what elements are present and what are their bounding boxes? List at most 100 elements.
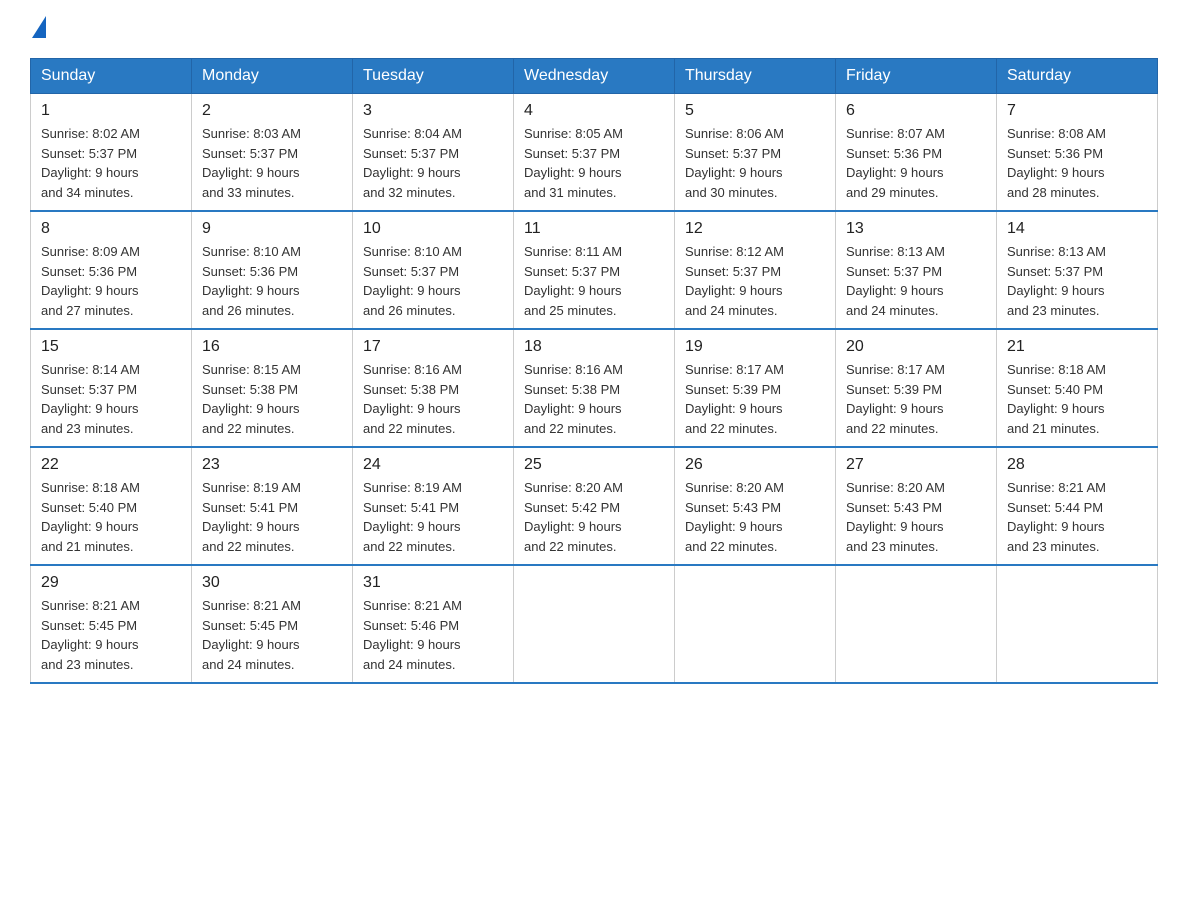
day-number: 31: [363, 574, 503, 592]
day-info: Sunrise: 8:21 AM Sunset: 5:46 PM Dayligh…: [363, 596, 503, 674]
calendar-cell: 23 Sunrise: 8:19 AM Sunset: 5:41 PM Dayl…: [192, 447, 353, 565]
weekday-header-sunday: Sunday: [31, 59, 192, 94]
weekday-header-monday: Monday: [192, 59, 353, 94]
day-info: Sunrise: 8:17 AM Sunset: 5:39 PM Dayligh…: [846, 360, 986, 438]
weekday-header-thursday: Thursday: [675, 59, 836, 94]
day-number: 14: [1007, 220, 1147, 238]
day-info: Sunrise: 8:14 AM Sunset: 5:37 PM Dayligh…: [41, 360, 181, 438]
day-number: 6: [846, 102, 986, 120]
day-number: 23: [202, 456, 342, 474]
calendar-cell: 17 Sunrise: 8:16 AM Sunset: 5:38 PM Dayl…: [353, 329, 514, 447]
calendar-cell: 10 Sunrise: 8:10 AM Sunset: 5:37 PM Dayl…: [353, 211, 514, 329]
day-number: 24: [363, 456, 503, 474]
day-number: 8: [41, 220, 181, 238]
day-number: 28: [1007, 456, 1147, 474]
day-number: 16: [202, 338, 342, 356]
week-row-4: 22 Sunrise: 8:18 AM Sunset: 5:40 PM Dayl…: [31, 447, 1158, 565]
day-info: Sunrise: 8:20 AM Sunset: 5:43 PM Dayligh…: [685, 478, 825, 556]
day-number: 9: [202, 220, 342, 238]
logo: [30, 20, 46, 38]
day-number: 11: [524, 220, 664, 238]
weekday-header-wednesday: Wednesday: [514, 59, 675, 94]
day-number: 13: [846, 220, 986, 238]
day-number: 20: [846, 338, 986, 356]
page-header: [30, 20, 1158, 38]
day-number: 17: [363, 338, 503, 356]
day-info: Sunrise: 8:20 AM Sunset: 5:43 PM Dayligh…: [846, 478, 986, 556]
day-info: Sunrise: 8:07 AM Sunset: 5:36 PM Dayligh…: [846, 124, 986, 202]
calendar-cell: 25 Sunrise: 8:20 AM Sunset: 5:42 PM Dayl…: [514, 447, 675, 565]
calendar-cell: [836, 565, 997, 683]
weekday-header-friday: Friday: [836, 59, 997, 94]
week-row-1: 1 Sunrise: 8:02 AM Sunset: 5:37 PM Dayli…: [31, 94, 1158, 212]
day-info: Sunrise: 8:21 AM Sunset: 5:44 PM Dayligh…: [1007, 478, 1147, 556]
day-info: Sunrise: 8:15 AM Sunset: 5:38 PM Dayligh…: [202, 360, 342, 438]
day-number: 15: [41, 338, 181, 356]
calendar-cell: 27 Sunrise: 8:20 AM Sunset: 5:43 PM Dayl…: [836, 447, 997, 565]
day-number: 1: [41, 102, 181, 120]
day-info: Sunrise: 8:21 AM Sunset: 5:45 PM Dayligh…: [202, 596, 342, 674]
calendar-cell: 28 Sunrise: 8:21 AM Sunset: 5:44 PM Dayl…: [997, 447, 1158, 565]
day-number: 25: [524, 456, 664, 474]
day-info: Sunrise: 8:11 AM Sunset: 5:37 PM Dayligh…: [524, 242, 664, 320]
calendar-cell: 6 Sunrise: 8:07 AM Sunset: 5:36 PM Dayli…: [836, 94, 997, 212]
day-info: Sunrise: 8:19 AM Sunset: 5:41 PM Dayligh…: [202, 478, 342, 556]
day-info: Sunrise: 8:12 AM Sunset: 5:37 PM Dayligh…: [685, 242, 825, 320]
calendar-cell: [675, 565, 836, 683]
calendar-cell: 4 Sunrise: 8:05 AM Sunset: 5:37 PM Dayli…: [514, 94, 675, 212]
day-number: 2: [202, 102, 342, 120]
calendar-cell: 18 Sunrise: 8:16 AM Sunset: 5:38 PM Dayl…: [514, 329, 675, 447]
day-number: 29: [41, 574, 181, 592]
calendar-cell: 11 Sunrise: 8:11 AM Sunset: 5:37 PM Dayl…: [514, 211, 675, 329]
day-info: Sunrise: 8:16 AM Sunset: 5:38 PM Dayligh…: [524, 360, 664, 438]
day-number: 30: [202, 574, 342, 592]
calendar-cell: [514, 565, 675, 683]
weekday-header-tuesday: Tuesday: [353, 59, 514, 94]
calendar-cell: 19 Sunrise: 8:17 AM Sunset: 5:39 PM Dayl…: [675, 329, 836, 447]
calendar-cell: 26 Sunrise: 8:20 AM Sunset: 5:43 PM Dayl…: [675, 447, 836, 565]
day-number: 22: [41, 456, 181, 474]
day-info: Sunrise: 8:03 AM Sunset: 5:37 PM Dayligh…: [202, 124, 342, 202]
day-info: Sunrise: 8:06 AM Sunset: 5:37 PM Dayligh…: [685, 124, 825, 202]
calendar-cell: 22 Sunrise: 8:18 AM Sunset: 5:40 PM Dayl…: [31, 447, 192, 565]
day-number: 19: [685, 338, 825, 356]
day-info: Sunrise: 8:13 AM Sunset: 5:37 PM Dayligh…: [1007, 242, 1147, 320]
day-number: 3: [363, 102, 503, 120]
calendar-cell: 3 Sunrise: 8:04 AM Sunset: 5:37 PM Dayli…: [353, 94, 514, 212]
calendar-cell: 16 Sunrise: 8:15 AM Sunset: 5:38 PM Dayl…: [192, 329, 353, 447]
day-number: 12: [685, 220, 825, 238]
day-number: 21: [1007, 338, 1147, 356]
day-number: 10: [363, 220, 503, 238]
day-number: 18: [524, 338, 664, 356]
calendar-cell: 2 Sunrise: 8:03 AM Sunset: 5:37 PM Dayli…: [192, 94, 353, 212]
day-info: Sunrise: 8:02 AM Sunset: 5:37 PM Dayligh…: [41, 124, 181, 202]
day-info: Sunrise: 8:19 AM Sunset: 5:41 PM Dayligh…: [363, 478, 503, 556]
day-number: 26: [685, 456, 825, 474]
day-info: Sunrise: 8:08 AM Sunset: 5:36 PM Dayligh…: [1007, 124, 1147, 202]
day-info: Sunrise: 8:20 AM Sunset: 5:42 PM Dayligh…: [524, 478, 664, 556]
calendar-cell: 15 Sunrise: 8:14 AM Sunset: 5:37 PM Dayl…: [31, 329, 192, 447]
calendar-cell: 13 Sunrise: 8:13 AM Sunset: 5:37 PM Dayl…: [836, 211, 997, 329]
calendar-cell: 1 Sunrise: 8:02 AM Sunset: 5:37 PM Dayli…: [31, 94, 192, 212]
calendar-table: SundayMondayTuesdayWednesdayThursdayFrid…: [30, 58, 1158, 684]
week-row-2: 8 Sunrise: 8:09 AM Sunset: 5:36 PM Dayli…: [31, 211, 1158, 329]
calendar-cell: 31 Sunrise: 8:21 AM Sunset: 5:46 PM Dayl…: [353, 565, 514, 683]
logo-triangle-icon: [32, 16, 46, 38]
day-info: Sunrise: 8:04 AM Sunset: 5:37 PM Dayligh…: [363, 124, 503, 202]
day-info: Sunrise: 8:17 AM Sunset: 5:39 PM Dayligh…: [685, 360, 825, 438]
day-number: 7: [1007, 102, 1147, 120]
calendar-cell: 21 Sunrise: 8:18 AM Sunset: 5:40 PM Dayl…: [997, 329, 1158, 447]
calendar-cell: [997, 565, 1158, 683]
day-info: Sunrise: 8:10 AM Sunset: 5:37 PM Dayligh…: [363, 242, 503, 320]
week-row-5: 29 Sunrise: 8:21 AM Sunset: 5:45 PM Dayl…: [31, 565, 1158, 683]
calendar-cell: 20 Sunrise: 8:17 AM Sunset: 5:39 PM Dayl…: [836, 329, 997, 447]
calendar-cell: 12 Sunrise: 8:12 AM Sunset: 5:37 PM Dayl…: [675, 211, 836, 329]
calendar-cell: 29 Sunrise: 8:21 AM Sunset: 5:45 PM Dayl…: [31, 565, 192, 683]
day-info: Sunrise: 8:21 AM Sunset: 5:45 PM Dayligh…: [41, 596, 181, 674]
calendar-cell: 5 Sunrise: 8:06 AM Sunset: 5:37 PM Dayli…: [675, 94, 836, 212]
calendar-cell: 8 Sunrise: 8:09 AM Sunset: 5:36 PM Dayli…: [31, 211, 192, 329]
calendar-cell: 7 Sunrise: 8:08 AM Sunset: 5:36 PM Dayli…: [997, 94, 1158, 212]
day-number: 5: [685, 102, 825, 120]
weekday-header-saturday: Saturday: [997, 59, 1158, 94]
day-number: 4: [524, 102, 664, 120]
